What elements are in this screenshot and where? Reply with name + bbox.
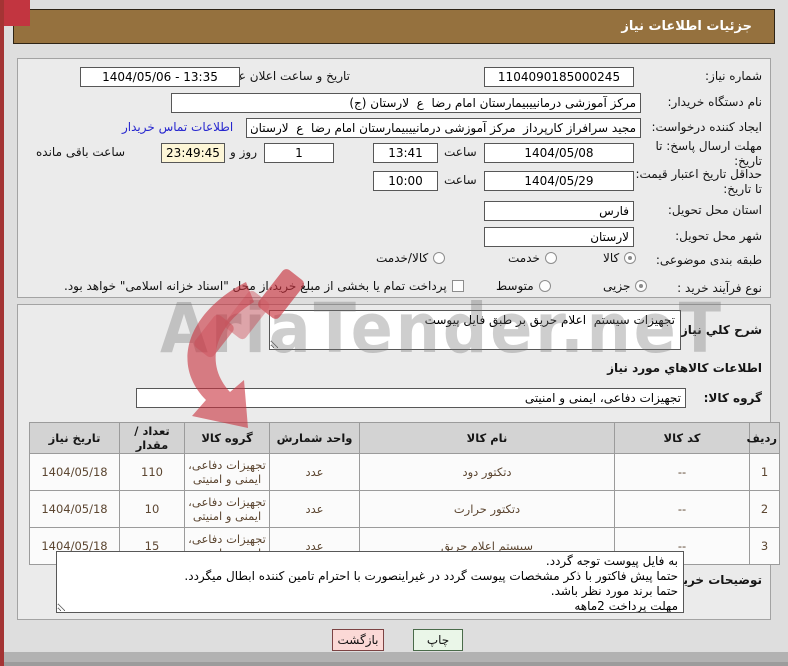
remaining-hours-label: ساعت باقی مانده xyxy=(36,145,126,159)
goods-section-title: اطلاعات کالاهاي مورد نیاز xyxy=(607,361,762,375)
treasury-note-label: پرداخت تمام یا بخشی از مبلغ خرید،از محل … xyxy=(64,279,447,293)
cell-row-number: 2 xyxy=(749,490,780,528)
process-type-label: نوع فرآیند خرید : xyxy=(677,281,762,295)
buyer-org-label: نام دستگاه خریدار: xyxy=(667,95,763,109)
table-row: 1 -- دتکتور دود عدد تجهیزات دفاعی، ایمنی… xyxy=(29,453,780,491)
reply-deadline-date-field[interactable] xyxy=(484,143,634,163)
buyer-notes-textarea[interactable]: به فایل پیوست توجه گردد. حتما پیش فاکتور… xyxy=(56,551,684,613)
price-validity-label: حداقل تاریخ اعتبار قیمت: تا تاریخ: xyxy=(635,167,762,196)
radio-medium-icon[interactable] xyxy=(538,280,551,292)
radio-service-label: خدمت xyxy=(508,251,540,265)
page-title-bar: جزئیات اطلاعات نیاز xyxy=(13,9,775,44)
col-row-number: ردیف xyxy=(746,422,780,454)
goods-table-header-row: ردیف کد کالا نام کالا واحد شمارش گروه کا… xyxy=(29,422,780,454)
radio-partial-label: جزیی xyxy=(603,279,631,293)
back-button[interactable]: بازگشت xyxy=(332,629,384,651)
process-option-medium: متوسط xyxy=(496,279,551,293)
cell-item-name: دتکتور حرارت xyxy=(359,490,615,528)
classification-option-goods: کالا xyxy=(603,251,637,265)
reply-deadline-label: مهلت ارسال پاسخ: تا تاریخ: xyxy=(655,139,762,168)
price-validity-time-field[interactable] xyxy=(373,171,438,191)
radio-goods-selected-icon[interactable] xyxy=(624,252,637,264)
delivery-city-label: شهر محل تحویل: xyxy=(675,229,762,243)
radio-medium-label: متوسط xyxy=(496,279,534,293)
watermark-frame-corner xyxy=(0,0,30,26)
remaining-days-field[interactable] xyxy=(264,143,334,163)
col-unit: واحد شمارش xyxy=(269,422,360,454)
goods-table: ردیف کد کالا نام کالا واحد شمارش گروه کا… xyxy=(29,422,780,565)
goods-info-panel: شرح کلي نیاز: تجهیزات سیستم اعلام حریق ب… xyxy=(17,304,780,620)
goods-group-label: گروه کالا: xyxy=(703,391,762,405)
bottom-strip-dark xyxy=(0,662,788,666)
need-number-field[interactable] xyxy=(484,67,634,87)
goods-group-field[interactable] xyxy=(136,388,686,408)
col-item-name: نام کالا xyxy=(359,422,615,454)
col-item-code: کد کالا xyxy=(614,422,750,454)
announce-datetime-field[interactable] xyxy=(80,67,240,87)
col-group: گروه کالا xyxy=(184,422,270,454)
delivery-city-field[interactable] xyxy=(484,227,634,247)
classification-option-goods-service: کالا/خدمت xyxy=(376,251,446,265)
cell-row-number: 3 xyxy=(749,527,780,565)
radio-goods-service-icon[interactable] xyxy=(433,252,446,264)
cell-group: تجهیزات دفاعی، ایمنی و امنیتی xyxy=(184,490,270,528)
price-validity-date-field[interactable] xyxy=(484,171,634,191)
cell-item-name: دتکتور دود xyxy=(359,453,615,491)
watermark-frame-left-strip xyxy=(0,0,4,666)
reply-deadline-hour-label: ساعت xyxy=(444,145,477,159)
col-quantity: تعداد / مقدار xyxy=(119,422,185,454)
treasury-payment-option: پرداخت تمام یا بخشی از مبلغ خرید،از محل … xyxy=(64,279,464,293)
request-creator-label: ایجاد کننده درخواست: xyxy=(651,120,762,134)
page-title: جزئیات اطلاعات نیاز xyxy=(621,19,752,34)
cell-row-number: 1 xyxy=(749,453,780,491)
radio-service-icon[interactable] xyxy=(544,252,557,264)
request-creator-field[interactable] xyxy=(246,118,641,138)
remaining-time-field[interactable] xyxy=(161,143,225,163)
reply-deadline-time-field[interactable] xyxy=(373,143,438,163)
need-number-label: شماره نیاز: xyxy=(705,69,762,83)
need-details-page: جزئیات اطلاعات نیاز شماره نیاز: تاریخ و … xyxy=(0,0,788,666)
cell-unit: عدد xyxy=(269,490,360,528)
classification-option-service: خدمت xyxy=(508,251,557,265)
buyer-contact-link[interactable]: اطلاعات تماس خریدار xyxy=(122,120,233,134)
back-button-label: بازگشت xyxy=(337,633,379,647)
cell-quantity: 110 xyxy=(119,453,185,491)
table-row: 2 -- دتکتور حرارت عدد تجهیزات دفاعی، ایم… xyxy=(29,490,780,528)
buyer-org-field[interactable] xyxy=(171,93,641,113)
cell-unit: عدد xyxy=(269,453,360,491)
cell-item-code: -- xyxy=(614,453,750,491)
cell-quantity: 10 xyxy=(119,490,185,528)
print-button-label: چاپ xyxy=(426,633,450,647)
delivery-province-label: استان محل تحویل: xyxy=(667,203,762,217)
col-need-date: تاریخ نیاز xyxy=(29,422,120,454)
radio-goods-label: کالا xyxy=(603,251,620,265)
delivery-province-field[interactable] xyxy=(484,201,634,221)
cell-need-date: 1404/05/18 xyxy=(29,453,120,491)
treasury-checkbox-icon[interactable] xyxy=(451,280,464,292)
classification-label: طبقه بندی موضوعی: xyxy=(655,253,762,267)
process-option-partial: جزیی xyxy=(603,279,648,293)
cell-item-code: -- xyxy=(614,490,750,528)
need-description-label: شرح کلي نیاز: xyxy=(676,323,762,337)
price-validity-hour-label: ساعت xyxy=(444,173,477,187)
cell-need-date: 1404/05/18 xyxy=(29,490,120,528)
radio-partial-selected-icon[interactable] xyxy=(635,280,648,292)
cell-group: تجهیزات دفاعی، ایمنی و امنیتی xyxy=(184,453,270,491)
days-and-label: روز و xyxy=(230,145,257,159)
print-button[interactable]: چاپ xyxy=(413,629,463,651)
general-info-panel: شماره نیاز: تاریخ و ساعت اعلان عمومی: نا… xyxy=(17,58,771,298)
need-description-textarea[interactable]: تجهیزات سیستم اعلام حریق بر طبق فایل پیو… xyxy=(269,310,681,350)
radio-goods-service-label: کالا/خدمت xyxy=(376,251,429,265)
